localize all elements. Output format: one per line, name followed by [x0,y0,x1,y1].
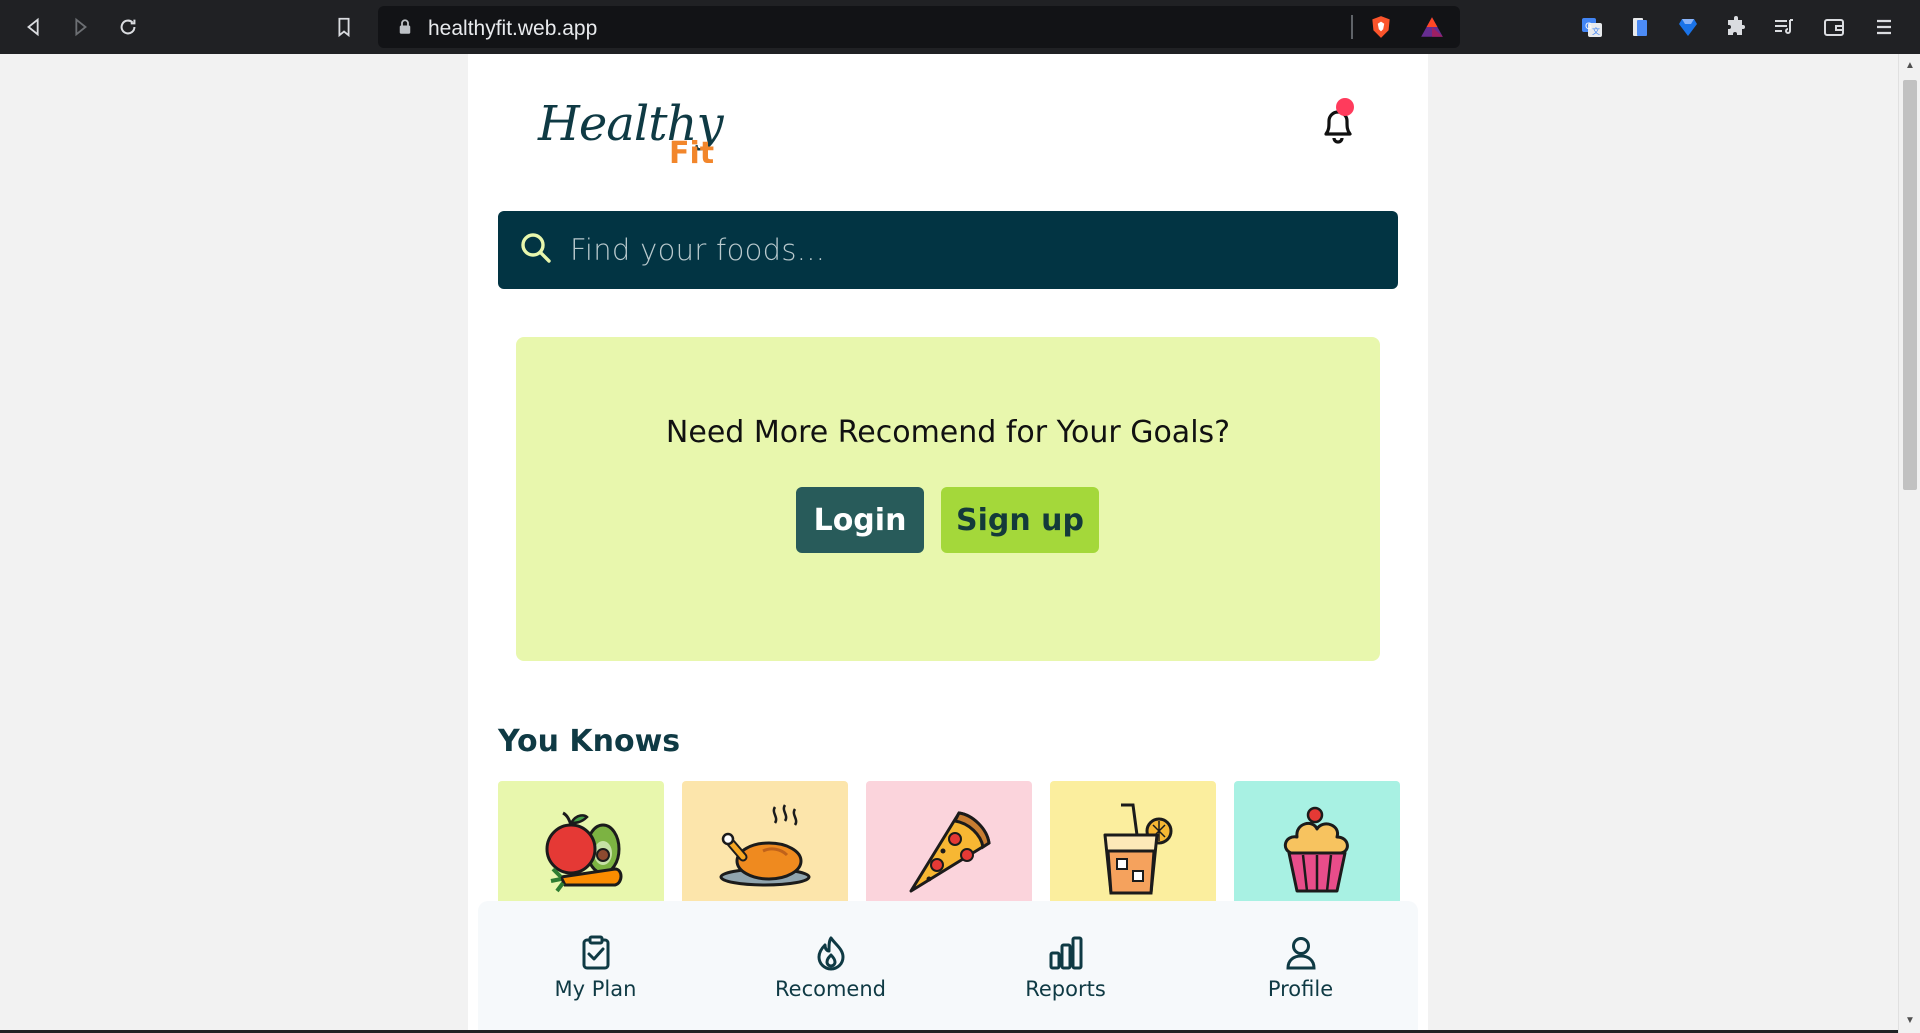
clipboard-check-icon [582,935,609,970]
page-viewport: Healthy Fit Find your foods... Need More… [0,54,1898,1033]
roast-chicken-card[interactable] [682,781,848,911]
svg-text:G: G [1585,22,1592,32]
scroll-down-arrow-icon[interactable]: ▼ [1904,1015,1916,1027]
extensions-puzzle-icon[interactable] [1722,13,1750,41]
fruits-vegetables-icon [545,811,623,893]
wallet-icon[interactable] [1820,13,1848,41]
iced-drink-icon [1103,803,1173,895]
media-queue-icon[interactable] [1770,13,1798,41]
cupcake-icon [1283,806,1349,893]
menu-icon[interactable] [1870,13,1898,41]
address-bar-divider [1351,15,1353,39]
scroll-up-arrow-icon[interactable]: ▲ [1904,60,1916,72]
nav-profile[interactable]: Profile [1183,901,1418,1033]
app-container: Healthy Fit Find your foods... Need More… [468,54,1428,1033]
nav-recomend[interactable]: Recomend [713,901,948,1033]
user-icon [1285,937,1316,970]
search-icon [521,233,551,263]
healthyfit-logo[interactable]: Healthy Fit [538,84,728,184]
bar-chart-icon [1049,936,1082,970]
svg-text:文: 文 [1592,26,1600,36]
lock-icon [399,19,411,34]
logo-fit-text: Fit [669,136,715,171]
bookmark-icon[interactable] [330,13,358,41]
reload-button[interactable] [114,13,142,41]
food-search-bar[interactable]: Find your foods... [498,211,1398,289]
page-scrollbar[interactable]: ▲ ▼ [1898,54,1920,1033]
pizza-card[interactable] [866,781,1032,911]
flame-icon [817,936,844,971]
cupcake-card[interactable] [1234,781,1400,911]
browser-toolbar: healthyfit.web.app G文 [0,0,1920,54]
iced-drink-card[interactable] [1050,781,1216,911]
bottom-navigation: My Plan Recomend Reports Profile [478,901,1418,1033]
signup-button[interactable]: Sign up [941,487,1099,553]
brave-rewards-icon[interactable] [1418,14,1446,40]
search-input[interactable]: Find your foods... [570,233,825,267]
fruits-vegetables-card[interactable] [498,781,664,911]
nav-recomend-label: Recomend [775,977,886,1001]
nav-my-plan[interactable]: My Plan [478,901,713,1033]
brave-shield-icon[interactable] [1368,14,1394,40]
forward-button[interactable] [66,13,94,41]
nav-profile-label: Profile [1267,977,1334,1001]
url-text[interactable]: healthyfit.web.app [428,17,597,41]
nav-my-plan-label: My Plan [554,977,637,1001]
nav-reports[interactable]: Reports [948,901,1183,1033]
address-bar[interactable]: healthyfit.web.app [378,6,1460,48]
pizza-icon [909,811,991,893]
translate-icon[interactable]: G文 [1578,13,1606,41]
scroll-thumb[interactable] [1903,80,1917,490]
promo-title: Need More Recomend for Your Goals? [665,415,1231,450]
diamond-extension-icon[interactable] [1674,13,1702,41]
login-button[interactable]: Login [796,487,924,553]
you-knows-heading: You Knows [498,724,681,759]
roast-chicken-icon [719,804,811,887]
you-knows-cards [498,781,1400,911]
notification-badge [1336,98,1354,116]
login-promo-card: Need More Recomend for Your Goals? Login… [516,337,1380,661]
back-button[interactable] [20,13,48,41]
docs-extension-icon[interactable] [1626,13,1654,41]
nav-reports-label: Reports [1025,977,1106,1001]
